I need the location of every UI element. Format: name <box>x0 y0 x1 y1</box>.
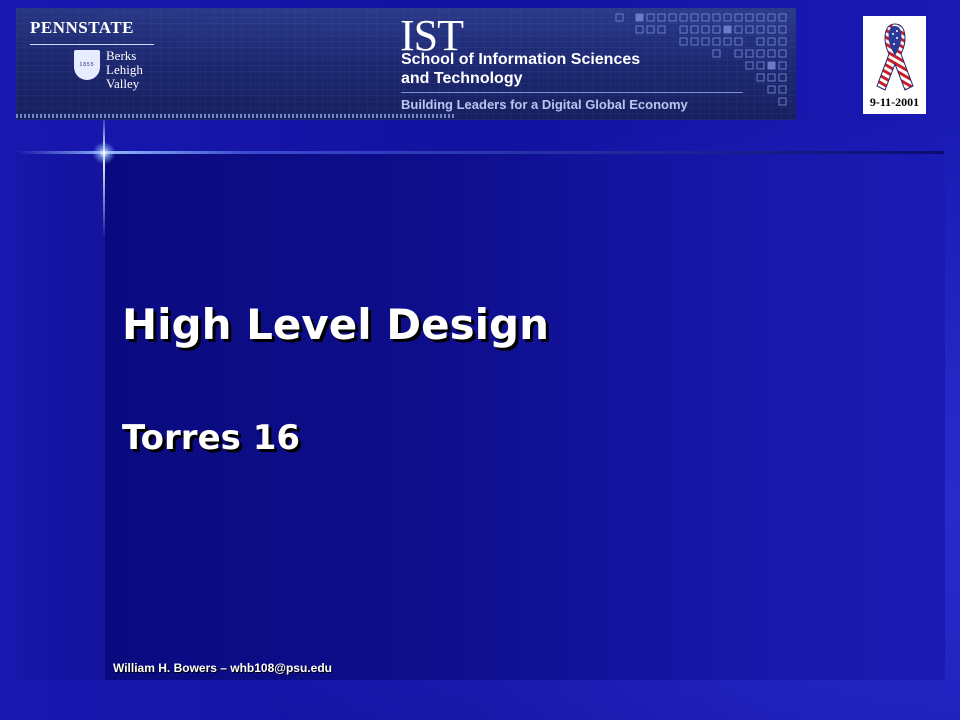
slide-title: High Level Design <box>122 300 549 349</box>
logo-divider <box>30 44 154 45</box>
left-strip <box>16 152 105 680</box>
campus-line-1: Berks <box>106 48 137 63</box>
remembrance-badge: 9-11-2001 <box>863 16 926 114</box>
banner-dotted-line <box>16 114 456 118</box>
ist-school-name: School of Information Sciences and Techn… <box>401 50 640 88</box>
star-glow-icon <box>92 142 116 164</box>
header-banner: PENNSTATE 1855 Berks Lehigh Valley IST S… <box>16 8 796 120</box>
shield-icon: 1855 <box>74 50 100 80</box>
slide-footer: William H. Bowers – whb108@psu.edu <box>113 661 332 675</box>
pennstate-logo: PENNSTATE 1855 Berks Lehigh Valley <box>30 18 154 91</box>
campus-line-2: Lehigh Valley <box>106 62 143 91</box>
grid-pattern-icon <box>615 13 787 106</box>
shield-year: 1855 <box>79 62 95 68</box>
slide-subtitle: Torres 16 <box>122 418 301 458</box>
badge-date: 9-11-2001 <box>869 95 920 109</box>
ist-school-line-2: and Technology <box>401 70 523 87</box>
campus-name: Berks Lehigh Valley <box>106 49 143 91</box>
pennstate-wordmark: PENNSTATE <box>30 18 135 37</box>
horizontal-rule <box>16 151 944 154</box>
content-panel <box>105 152 945 680</box>
ist-school-line-1: School of Information Sciences <box>401 51 641 68</box>
vertical-rule <box>103 120 105 235</box>
flag-ribbon-icon <box>876 23 914 91</box>
